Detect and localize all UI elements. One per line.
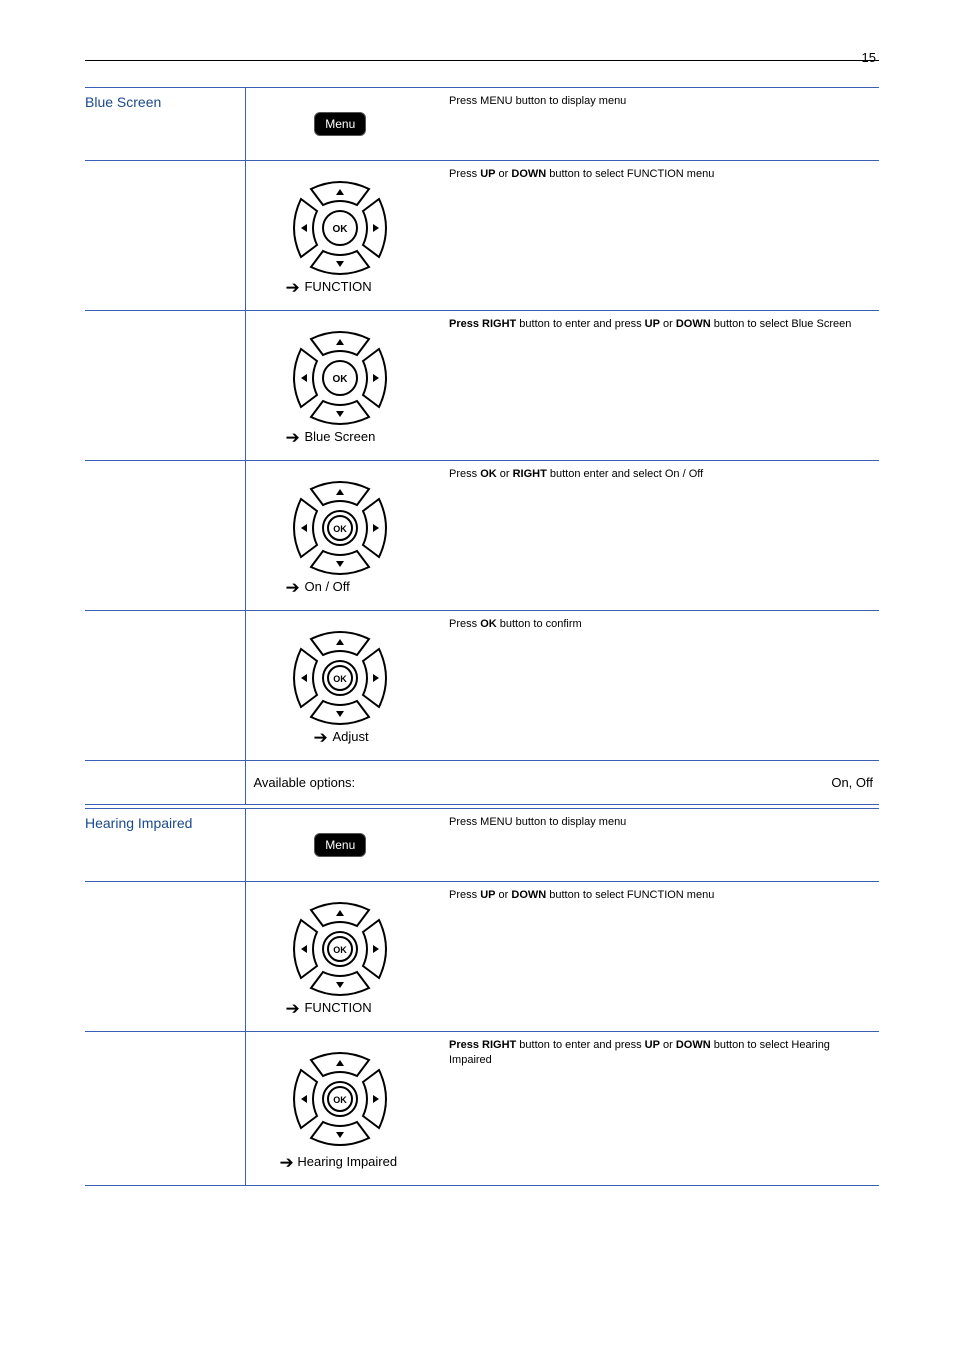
dpad-cell: OK ➔ FUNCTION xyxy=(245,882,435,1032)
dpad-cell: OK ➔ On / Off xyxy=(245,461,435,611)
instruction-table: Blue Screen Menu Press MENU button to di… xyxy=(85,87,879,1186)
dpad-cell: OK ➔ Blue Screen xyxy=(245,311,435,461)
dpad-icon: OK xyxy=(287,625,393,731)
svg-text:OK: OK xyxy=(334,945,348,955)
dpad-icon: OK xyxy=(287,896,393,1002)
svg-text:OK: OK xyxy=(334,524,348,534)
action-label: FUNCTION xyxy=(304,279,371,294)
action-label: Adjust xyxy=(332,729,368,744)
group-title-blue-screen: Blue Screen xyxy=(85,88,245,161)
dpad-icon: OK xyxy=(287,325,393,431)
group-title-hearing-impaired: Hearing Impaired xyxy=(85,809,245,882)
options-label: Available options: xyxy=(245,761,435,805)
action-arrow-row: ➔ Hearing Impaired xyxy=(254,1153,428,1173)
svg-text:OK: OK xyxy=(333,224,349,235)
dpad-icon: OK xyxy=(287,475,393,581)
action-label: FUNCTION xyxy=(304,1000,371,1015)
step3-desc: Press RIGHT button to enter and press UP… xyxy=(435,311,879,461)
menu-button-cell: Menu xyxy=(245,88,435,161)
dpad-cell: OK ➔ Adjust xyxy=(245,611,435,761)
g2-step3-desc: Press RIGHT button to enter and press UP… xyxy=(435,1032,879,1186)
svg-text:OK: OK xyxy=(333,374,349,385)
menu-button-icon: Menu xyxy=(314,112,366,136)
svg-text:OK: OK xyxy=(334,1095,348,1105)
step4-desc: Press OK or RIGHT button enter and selec… xyxy=(435,461,879,611)
action-label: On / Off xyxy=(304,579,349,594)
page-number: 15 xyxy=(862,50,876,65)
step5-desc: Press OK button to confirm xyxy=(435,611,879,761)
menu-button-cell: Menu xyxy=(245,809,435,882)
header-rule xyxy=(85,60,879,61)
menu-button-icon: Menu xyxy=(314,833,366,857)
action-label: Blue Screen xyxy=(304,429,375,444)
dpad-icon: OK xyxy=(287,1046,393,1152)
step1-desc: Press MENU button to display menu xyxy=(435,88,879,161)
g2-step1-desc: Press MENU button to display menu xyxy=(435,809,879,882)
dpad-cell: OK ➔ Hearing Impaired xyxy=(245,1032,435,1186)
g2-step2-desc: Press UP or DOWN button to select FUNCTI… xyxy=(435,882,879,1032)
arrow-right-icon: ➔ xyxy=(280,1153,294,1172)
action-label: Hearing Impaired xyxy=(297,1154,397,1169)
svg-text:OK: OK xyxy=(334,674,348,684)
options-values: On, Off xyxy=(435,761,879,805)
dpad-icon: OK xyxy=(287,175,393,281)
step2-desc: Press UP or DOWN button to select FUNCTI… xyxy=(435,161,879,311)
dpad-cell: OK ➔ FUNCTION xyxy=(245,161,435,311)
